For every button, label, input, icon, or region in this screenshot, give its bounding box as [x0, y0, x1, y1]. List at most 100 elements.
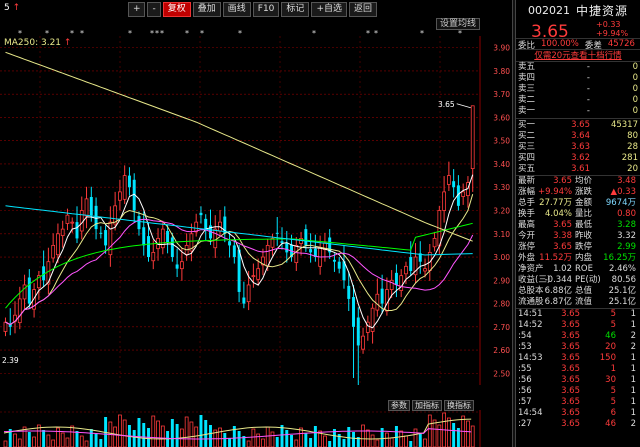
candle-body	[118, 191, 122, 201]
stat-row: 净资产 1.02 ROE 2.46%	[516, 264, 640, 275]
tick-list[interactable]: 14:51 3.65 5 1 14:52 3.65 5 1:54 3.65 46 2:53 3.65 2…	[516, 308, 640, 430]
volume-bar	[437, 424, 442, 447]
stat-value: 2.46%	[608, 264, 636, 274]
candle-body	[394, 272, 398, 285]
candle-body	[104, 230, 108, 246]
low-price-label: 2.39	[2, 356, 19, 365]
stat-row: 收益(三) -0.344 PE(动) 80.56	[516, 275, 640, 286]
volume-bar	[413, 428, 418, 447]
y-tick-label: 3.60	[493, 113, 510, 122]
y-tick-label: 2.80	[493, 300, 510, 309]
stat-row: 最新 3.65 均价 3.48	[516, 176, 640, 187]
sell-level-price: -	[586, 62, 590, 72]
tick-time: :56	[518, 386, 532, 396]
tick-volume: 1	[610, 364, 616, 374]
volume-bar	[17, 438, 22, 447]
tick-time: 14:53	[518, 353, 543, 363]
volume-bar	[142, 423, 146, 447]
tick-count: 1	[630, 397, 636, 407]
stat-value: ▲0.33	[610, 187, 636, 197]
volume-chart[interactable]	[0, 410, 512, 447]
kline-chart[interactable]: 3.90 3.80 3.70 3.60 3.50 3.40 3.30 3.20 3.10 3.00…	[0, 36, 512, 385]
volume-bar	[466, 420, 470, 447]
sell-level-volume: 0	[632, 106, 638, 116]
stat-value: 25.1亿	[608, 297, 636, 307]
candle-body	[309, 249, 313, 253]
volume-bar	[199, 415, 203, 447]
volume-bar	[446, 417, 451, 447]
buy-level-label: 买四	[518, 153, 536, 163]
stat-label: 跌停	[575, 242, 593, 252]
sell-level-label: 卖三	[518, 84, 536, 94]
y-tick-label: 3.10	[493, 230, 510, 239]
buy-level-row: 买二 3.64 80	[516, 131, 640, 142]
volume-bar	[65, 437, 70, 447]
stat-row: 最高 3.65 最低 3.28	[516, 220, 640, 231]
candle-body	[399, 275, 404, 291]
volume-bar	[246, 440, 251, 447]
candle-body	[99, 232, 103, 234]
stat-value: 3.65	[553, 220, 572, 230]
volume-bar	[113, 426, 118, 447]
stat-value: 3.48	[617, 176, 636, 186]
volume-bar	[418, 434, 422, 447]
candle-body	[127, 175, 131, 188]
stat-label: 昨收	[575, 231, 593, 241]
stat-row: 涨幅 +9.94% 涨跌 ▲0.33	[516, 187, 640, 198]
ma-legend-prefix: 5	[4, 3, 10, 13]
stat-row: 外盘 11.52万 内盘 16.25万	[516, 253, 640, 264]
candle-body	[246, 284, 251, 303]
volume-bar	[265, 426, 270, 447]
stock-header: 002021 中捷资源	[516, 0, 640, 20]
candle-body	[352, 297, 355, 327]
tick-row: :56 3.65 30 1	[516, 375, 640, 386]
toolbar-button[interactable]: F10	[252, 2, 280, 17]
stat-value: 0.80	[617, 209, 636, 219]
volume-bar	[122, 419, 127, 447]
tick-volume: 5	[610, 320, 616, 330]
volume-bar	[42, 430, 46, 447]
toolbar-button[interactable]: 复权	[162, 2, 191, 17]
toolbar-button[interactable]: +自选	[311, 2, 347, 17]
stock-code: 002021	[528, 3, 570, 17]
sell-level-price: -	[586, 95, 590, 105]
stat-row: 流通股 6.87亿 流值 25.1亿	[516, 297, 640, 308]
candle-body	[27, 277, 31, 304]
stat-value: 3.65	[553, 176, 572, 186]
stat-value: 80.56	[611, 275, 636, 285]
candle-body	[89, 197, 93, 216]
volume-bar	[375, 439, 380, 447]
tick-volume: 150	[599, 353, 616, 363]
candle-body	[375, 293, 380, 311]
stat-label: 金额	[575, 198, 593, 208]
price-change: +0.33 +9.94%	[596, 20, 628, 38]
toolbar-button[interactable]: 叠加	[192, 2, 221, 17]
toolbar-button[interactable]: +	[127, 2, 146, 17]
toolbar-button[interactable]: 标记	[281, 2, 310, 17]
stat-value: 1.02	[553, 264, 572, 274]
tick-price: 3.65	[561, 364, 580, 374]
volume-bar	[290, 435, 294, 447]
buy-level-volume: 45317	[610, 120, 638, 130]
stat-value: 4.04%	[544, 209, 572, 219]
toolbar-button[interactable]: -	[147, 2, 161, 17]
stat-label: 总股本	[518, 286, 544, 296]
toolbar-button[interactable]: 返回	[348, 2, 377, 17]
volume-bar	[89, 429, 93, 447]
candle-body	[166, 230, 170, 244]
volume-bar	[237, 431, 241, 447]
quote-panel: 002021 中捷资源 3.65 +0.33 +9.94% 委比 100.00%…	[516, 0, 640, 447]
stat-row: 总股本 6.88亿 总值 25.1亿	[516, 286, 640, 297]
toolbar-button[interactable]: 画线	[222, 2, 251, 17]
volume-bar	[46, 434, 51, 447]
level2-link[interactable]: 仅需20元查看十档行情	[516, 49, 640, 61]
volume-bar	[204, 420, 208, 447]
weicha-label: 委差	[584, 41, 602, 51]
change-amount: +0.33	[596, 20, 621, 29]
buy-level-label: 买三	[518, 142, 536, 152]
volume-bar	[452, 423, 456, 447]
tick-row: 14:54 3.65 6 1	[516, 408, 640, 419]
sell-level-label: 卖二	[518, 95, 536, 105]
buy-level-volume: 281	[621, 153, 638, 163]
candle-body	[332, 259, 336, 262]
